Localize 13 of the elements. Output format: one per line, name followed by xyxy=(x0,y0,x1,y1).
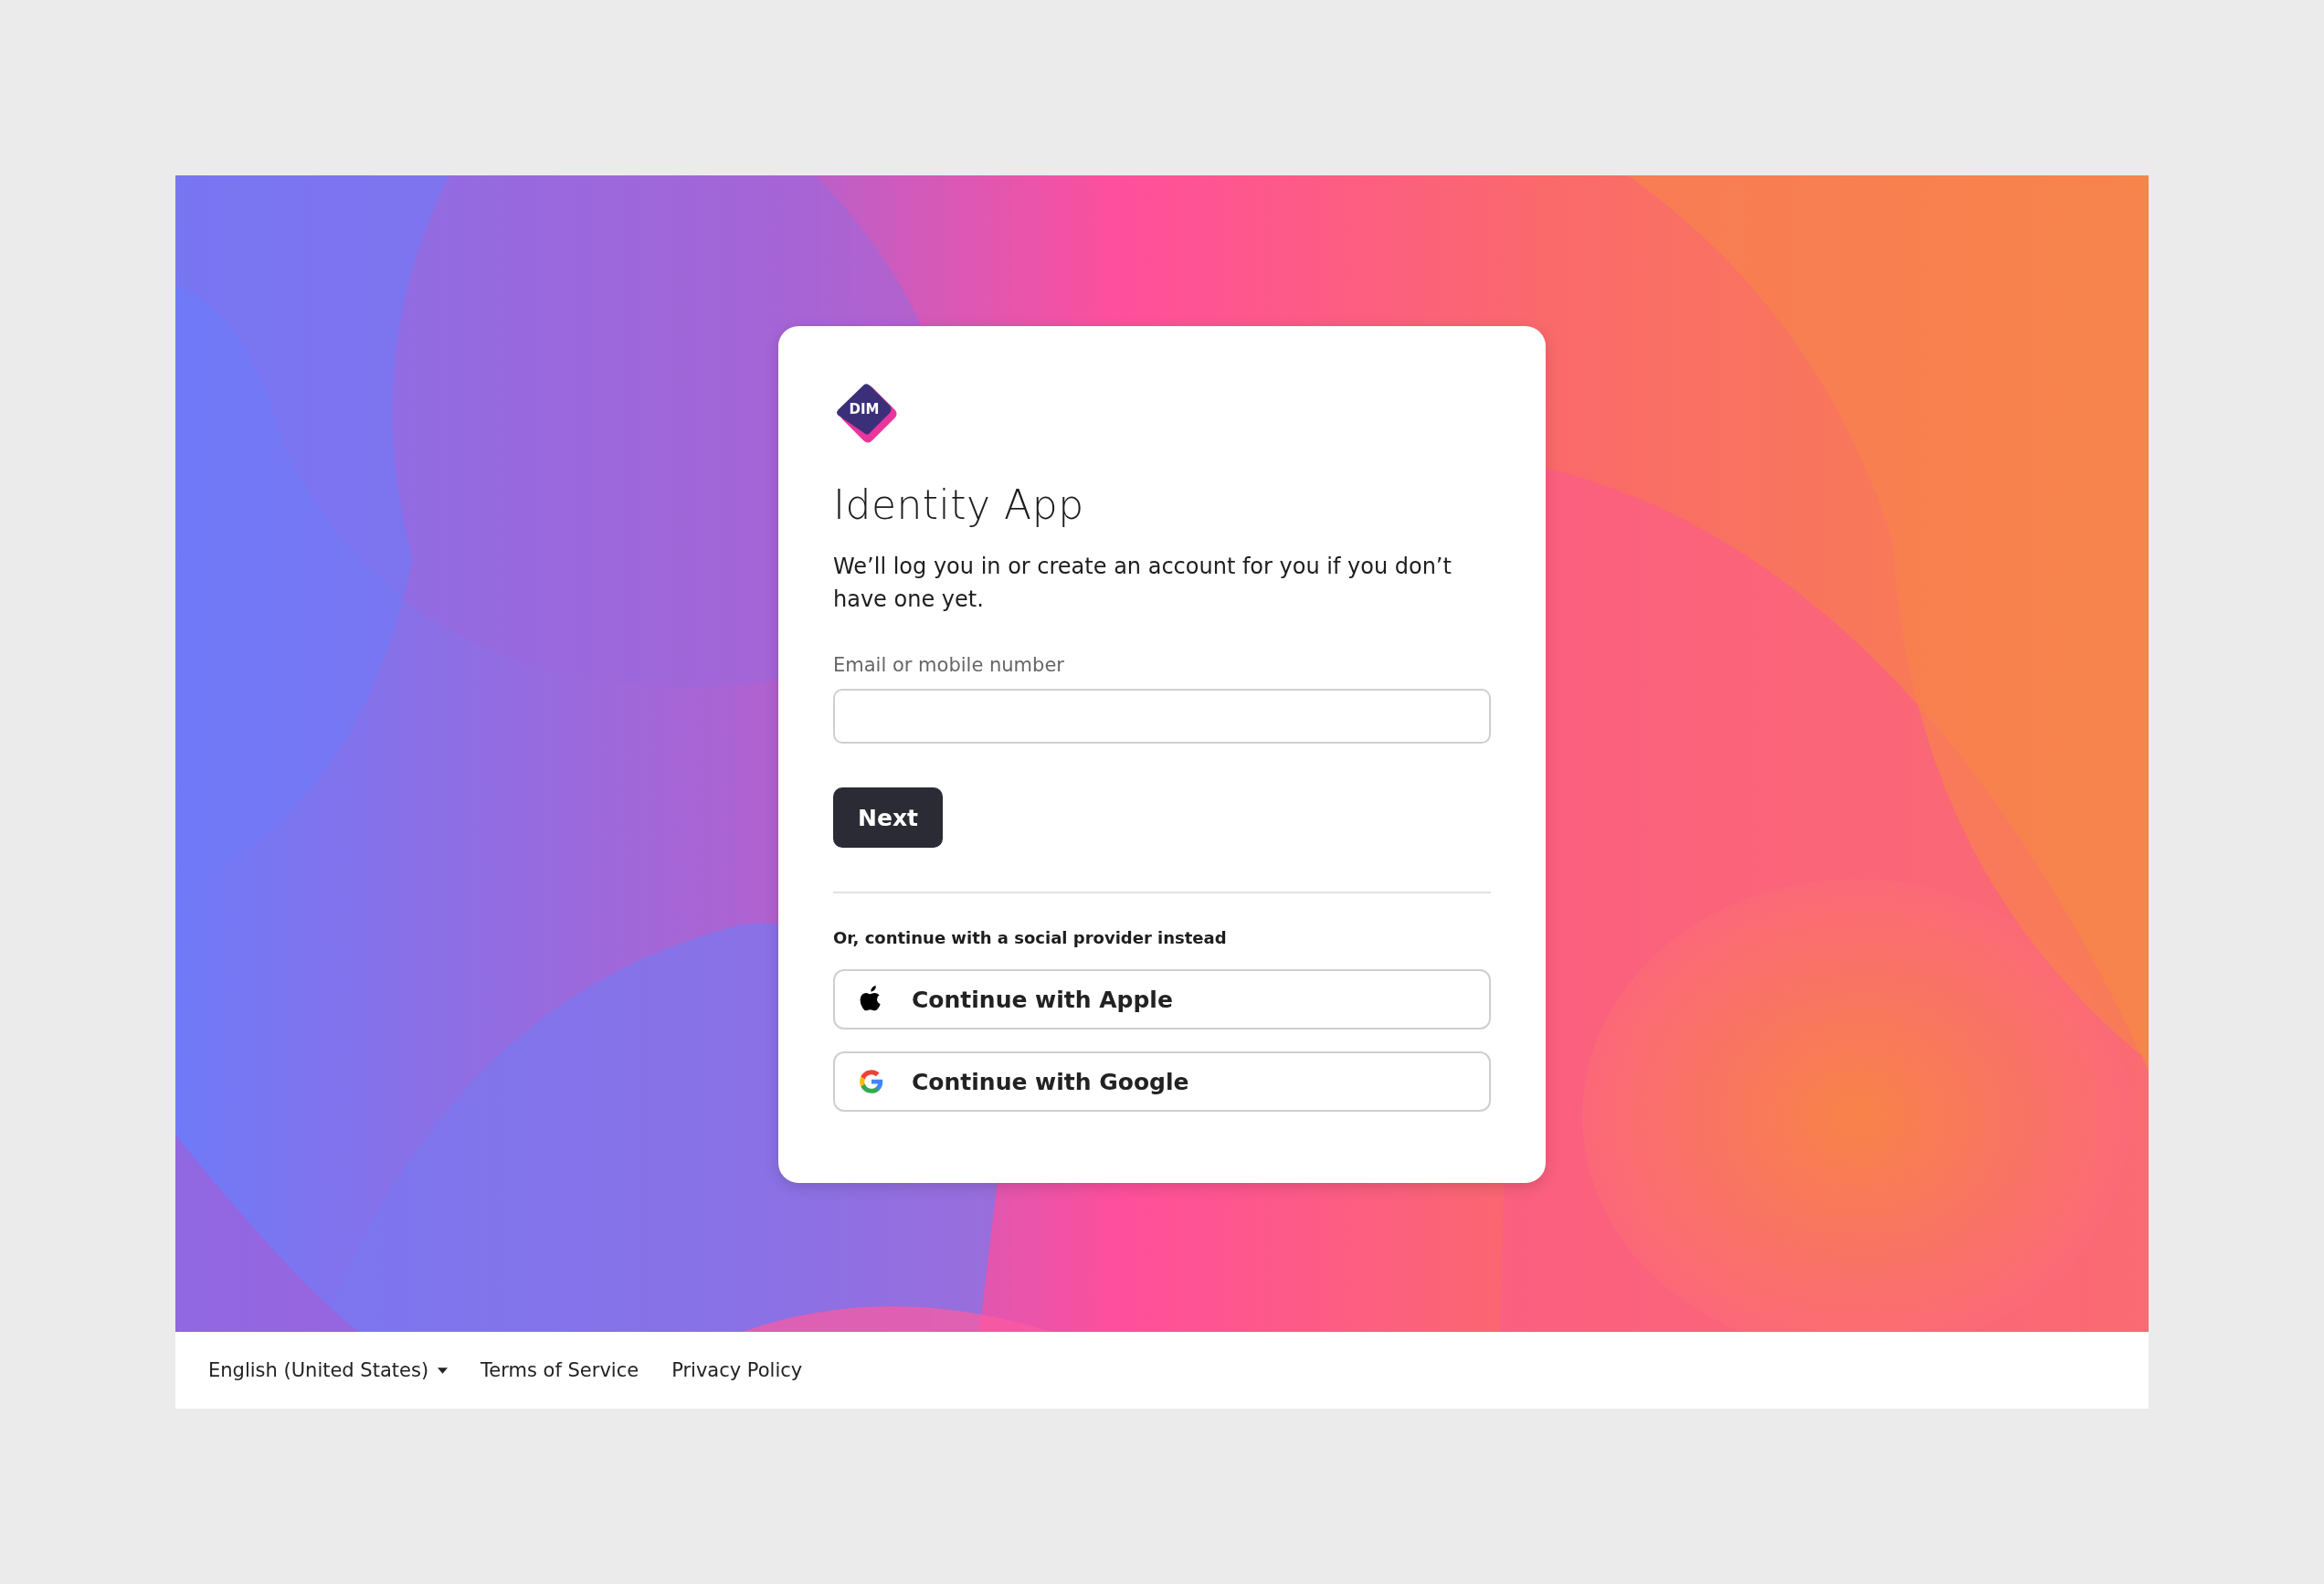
footer-link[interactable]: Terms of Service xyxy=(481,1359,639,1381)
caret-icon xyxy=(438,1367,449,1374)
google-icon xyxy=(859,1068,884,1095)
social-caption: Or, continue with a social provider instead xyxy=(833,928,1227,947)
next-button[interactable]: Next xyxy=(833,787,943,848)
footer-link[interactable]: Privacy Policy xyxy=(671,1359,803,1381)
apple-signin-button[interactable]: Continue with Apple xyxy=(833,969,1491,1030)
google-signin-button[interactable]: Continue with Google xyxy=(833,1051,1491,1112)
app-title: Identity App xyxy=(833,481,1084,528)
email-label: Email or mobile number xyxy=(833,654,1064,676)
intro-text: We’ll log you in or create an account for you if you don’t have one yet. xyxy=(833,553,1452,614)
email-input[interactable] xyxy=(833,689,1491,744)
language-dropdown[interactable]: English (United States) xyxy=(208,1359,449,1381)
